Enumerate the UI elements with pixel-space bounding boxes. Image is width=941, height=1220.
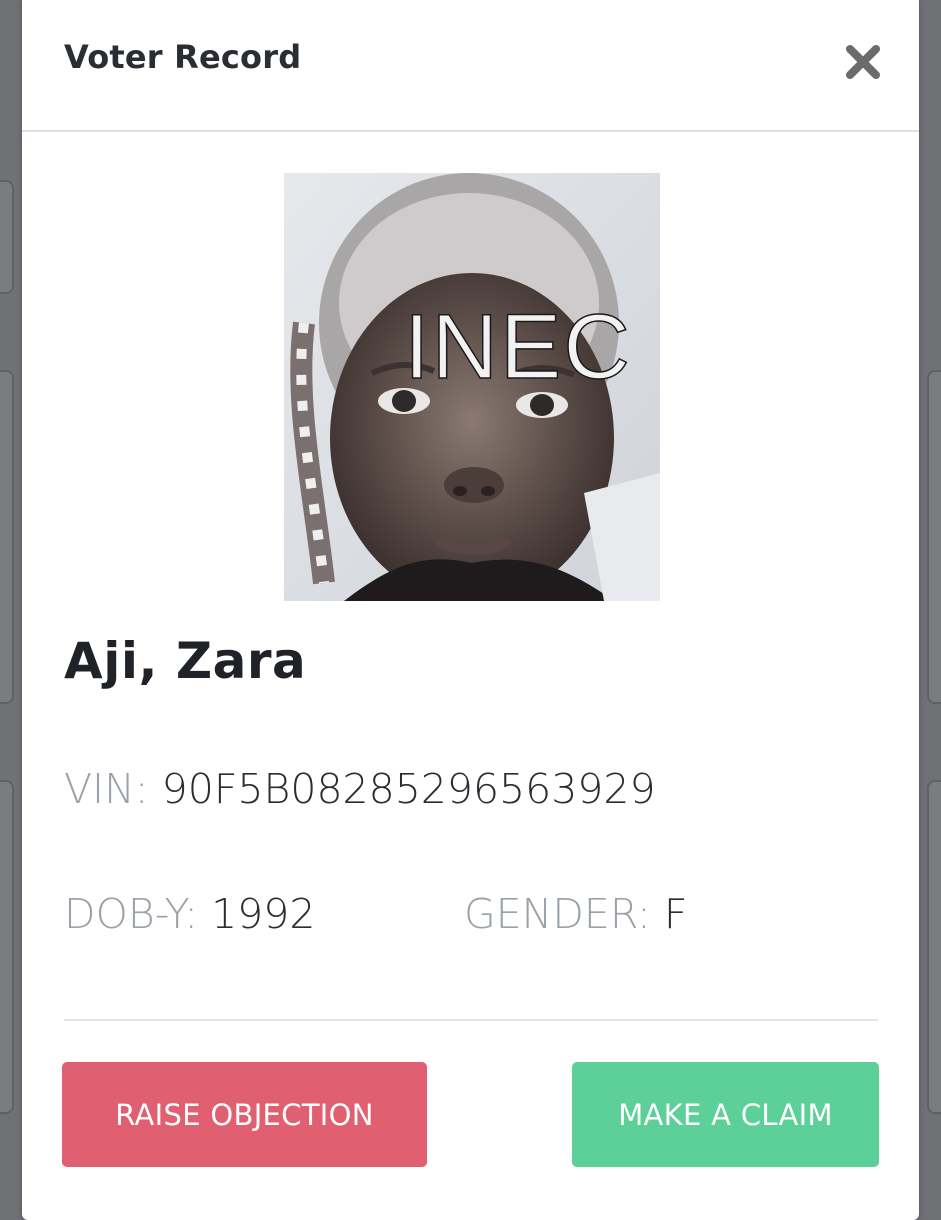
vin-field: VIN: 90F5B08285296563929: [64, 765, 656, 813]
background-card: [0, 780, 14, 1114]
divider: [64, 1019, 878, 1021]
vin-value: 90F5B08285296563929: [161, 765, 656, 813]
voter-record-modal: Voter Record INEC Aji, Zara VIN: 90F5B08…: [22, 0, 919, 1220]
gender-field: GENDER: F: [464, 890, 688, 938]
gender-value: F: [663, 890, 688, 938]
inec-watermark: INEC: [404, 296, 632, 398]
background-card: [927, 780, 941, 1114]
close-icon: [846, 45, 880, 79]
raise-objection-button[interactable]: RAISE OBJECTION: [62, 1062, 427, 1167]
modal-header: Voter Record: [22, 0, 919, 132]
background-card: [0, 180, 14, 294]
make-a-claim-button[interactable]: MAKE A CLAIM: [572, 1062, 879, 1167]
dob-field: DOB-Y: 1992: [64, 890, 315, 938]
modal-title: Voter Record: [64, 38, 302, 76]
background-card: [927, 370, 941, 704]
vin-label: VIN:: [64, 765, 149, 813]
dob-value: 1992: [211, 890, 316, 938]
dob-label: DOB-Y:: [64, 890, 199, 938]
background-card: [0, 370, 14, 704]
close-button[interactable]: [843, 42, 883, 82]
voter-photo: INEC: [284, 173, 660, 601]
gender-label: GENDER:: [464, 890, 651, 938]
voter-name: Aji, Zara: [64, 632, 307, 690]
